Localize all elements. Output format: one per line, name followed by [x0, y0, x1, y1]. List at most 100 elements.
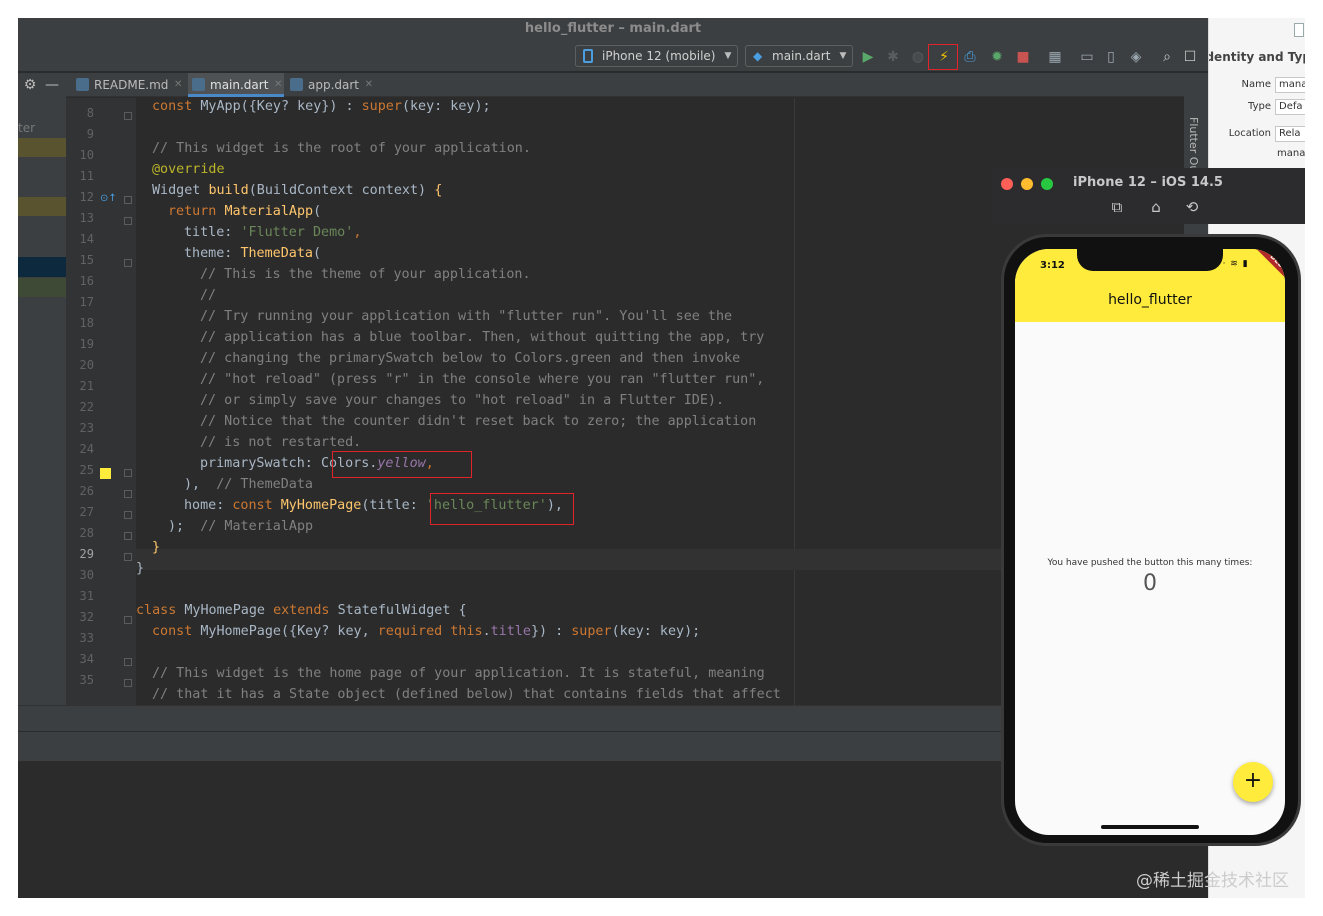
code-token: const — [152, 624, 201, 639]
right-margin-guide — [794, 98, 795, 705]
minimize-icon[interactable]: — — [43, 76, 61, 94]
profile-icon[interactable]: ◍ — [909, 48, 927, 66]
editor-tabs: README.md ✕ main.dart ✕ app.dart ✕ — [66, 73, 1208, 97]
code-line: return MaterialApp( — [168, 201, 321, 222]
code-token: const — [152, 99, 201, 114]
code-token: // MaterialApp — [200, 519, 314, 534]
line-number: 17 — [79, 295, 94, 309]
close-icon[interactable]: ✕ — [365, 73, 373, 97]
dart-file-icon — [290, 78, 303, 91]
code-token: primarySwatch: — [200, 456, 321, 471]
project-tree-row[interactable] — [18, 138, 66, 157]
device-selector[interactable]: iPhone 12 (mobile) ▼ — [575, 45, 739, 67]
debug-icon[interactable]: ✱ — [884, 48, 902, 66]
window-title: hello_flutter – main.dart — [18, 18, 1208, 42]
line-number: 35 — [79, 673, 94, 687]
line-number: 18 — [79, 316, 94, 330]
code-line: ), // ThemeData — [184, 474, 313, 495]
line-number: 8 — [86, 106, 94, 120]
project-structure-icon[interactable]: ▦ — [1046, 48, 1064, 66]
search-icon[interactable]: ⌕ — [1158, 48, 1176, 66]
run-icon[interactable]: ▶ — [859, 48, 877, 66]
debug-banner: DEBUG — [1255, 249, 1285, 291]
run-config-selector[interactable]: ◆ main.dart ▼ — [745, 45, 854, 67]
tab-main-dart[interactable]: main.dart ✕ — [188, 73, 285, 97]
code-line: // application has a blue toolbar. Then,… — [200, 330, 765, 345]
code-token: ( — [313, 204, 322, 219]
code-line: // — [200, 288, 217, 303]
name-field[interactable]: mana — [1275, 77, 1305, 93]
line-number: 15 — [79, 253, 94, 267]
code-token: MyHomePage({Key? key, — [200, 624, 378, 639]
location-subvalue: mana — [1277, 148, 1305, 159]
counter-label: You have pushed the button this many tim… — [1047, 558, 1253, 568]
fold-marker-icon[interactable] — [124, 112, 132, 120]
line-number: 22 — [79, 400, 94, 414]
account-icon[interactable]: ☐ — [1181, 48, 1199, 66]
close-icon[interactable]: ✕ — [274, 73, 282, 97]
tab-app-dart[interactable]: app.dart ✕ — [286, 73, 375, 97]
fold-marker-icon[interactable] — [124, 196, 132, 204]
fold-marker-icon[interactable] — [124, 532, 132, 540]
code-token: class — [136, 603, 185, 618]
location-field[interactable]: Rela — [1275, 126, 1305, 142]
code-line: theme: ThemeData( — [184, 243, 321, 264]
home-icon[interactable]: ⌂ — [1146, 198, 1166, 216]
fold-marker-icon[interactable] — [124, 658, 132, 666]
watermark: @稀土掘金技术社区 — [1136, 871, 1289, 891]
hot-restart-icon[interactable]: ⎙ — [961, 48, 979, 66]
device-manager-icon[interactable]: ▭ — [1078, 48, 1096, 66]
fold-marker-icon[interactable] — [124, 217, 132, 225]
fold-marker-icon[interactable] — [124, 679, 132, 687]
code-token: ThemeData — [240, 246, 313, 261]
code-token: extends — [273, 603, 338, 618]
fold-marker-icon[interactable] — [124, 553, 132, 561]
chevron-down-icon: ▼ — [724, 51, 732, 61]
fold-marker-icon[interactable] — [124, 511, 132, 519]
code-token: { — [434, 183, 443, 198]
line-number: 28 — [79, 526, 94, 540]
line-number: 29 — [79, 547, 94, 561]
increment-fab[interactable]: + — [1233, 762, 1273, 802]
sdk-icon[interactable]: ◈ — [1127, 48, 1145, 66]
color-swatch-icon[interactable] — [100, 468, 111, 479]
project-tree-row-selected[interactable] — [18, 257, 66, 277]
fold-marker-icon[interactable] — [124, 490, 132, 498]
project-tree-row[interactable] — [18, 278, 66, 297]
counter-value: 0 — [1143, 571, 1157, 596]
device-label: iPhone 12 (mobile) — [602, 49, 716, 63]
stop-icon[interactable]: ■ — [1014, 48, 1032, 66]
code-token: . — [482, 624, 491, 639]
code-line: title: 'Flutter Demo', — [184, 222, 361, 243]
screenshot-icon[interactable]: ⧉ — [1107, 198, 1127, 216]
tab-readme[interactable]: README.md ✕ — [72, 73, 184, 97]
hot-reload-highlight — [928, 44, 958, 70]
primary-swatch-highlight — [332, 451, 472, 478]
fold-marker-icon[interactable] — [124, 616, 132, 624]
iphone-screen: 3:12 ···· ≋ ▮ hello_flutter DEBUG You ha… — [1015, 249, 1285, 835]
project-tree-row[interactable] — [18, 197, 66, 216]
line-number: 32 — [79, 610, 94, 624]
code-token: ); — [168, 519, 201, 534]
code-token: // ThemeData — [216, 477, 313, 492]
code-line: // This widget is the home page of your … — [152, 666, 765, 681]
attach-debugger-icon[interactable]: ✹ — [988, 48, 1006, 66]
code-token: home: — [184, 498, 233, 513]
type-field[interactable]: Defa — [1275, 99, 1305, 115]
code-token: MaterialApp — [224, 204, 314, 219]
avd-icon[interactable]: ▯ — [1102, 48, 1120, 66]
code-token: MyApp({Key? key}) : — [200, 99, 362, 114]
rotate-icon[interactable]: ⟲ — [1182, 198, 1202, 216]
override-marker-icon[interactable]: ⊙↑ — [100, 193, 117, 204]
fold-marker-icon[interactable] — [124, 469, 132, 477]
line-number: 14 — [79, 232, 94, 246]
tab-label: README.md — [94, 78, 169, 92]
flutter-icon: ◆ — [753, 49, 763, 63]
code-token: ), — [184, 477, 217, 492]
close-icon[interactable]: ✕ — [174, 73, 182, 97]
line-number: 26 — [79, 484, 94, 498]
code-token: super — [361, 99, 402, 114]
fold-marker-icon[interactable] — [124, 259, 132, 267]
gear-icon[interactable]: ⚙ — [21, 76, 39, 94]
code-line: // changing the primarySwatch below to C… — [200, 351, 741, 366]
